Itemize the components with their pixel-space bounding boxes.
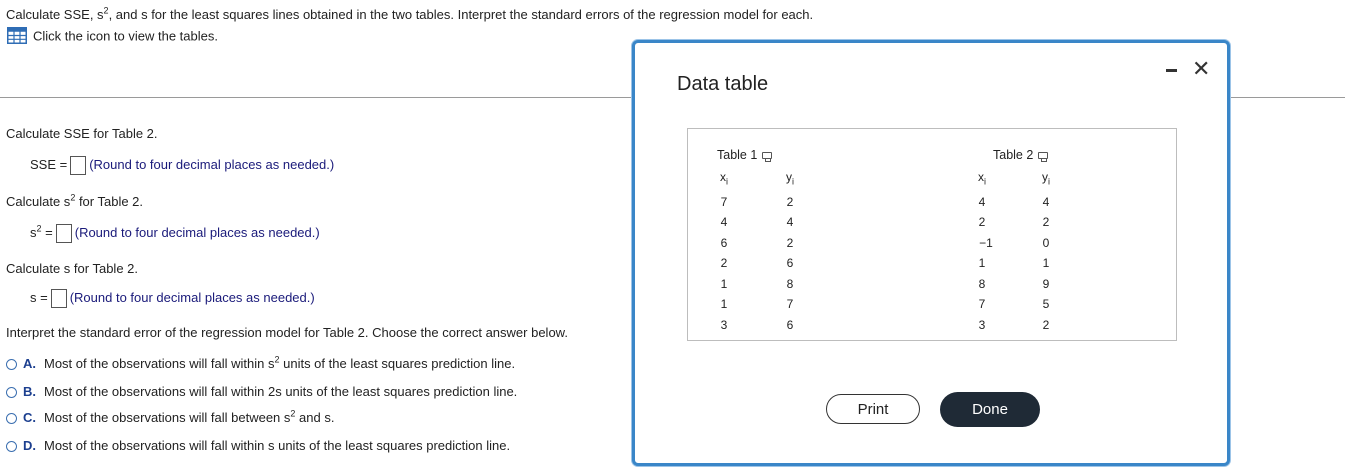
option-text: Most of the observations will fall withi… xyxy=(44,356,275,371)
table1-y-cell: 2 xyxy=(786,236,794,250)
table1-x-cell: 4 xyxy=(720,215,728,229)
table1-y-cell: 4 xyxy=(786,215,794,229)
radio-icon[interactable] xyxy=(6,359,17,371)
prompt-text-b: , and s for the least squares lines obta… xyxy=(108,7,814,22)
table2-y-cell: 1 xyxy=(1042,256,1050,270)
prompt-text-a: Calculate SSE, s xyxy=(6,7,104,22)
interpret-heading: Interpret the standard error of the regr… xyxy=(6,325,568,340)
table2-x-header: xi xyxy=(972,170,992,187)
x-header-sub: i xyxy=(726,176,728,187)
modal-title: Data table xyxy=(677,73,769,95)
table1-y-cell: 8 xyxy=(786,277,794,291)
icon-hint-text: Click the icon to view the tables. xyxy=(33,28,218,44)
s2-heading: Calculate s2 for Table 2. xyxy=(6,193,144,209)
table2-y-cell: 9 xyxy=(1042,277,1050,291)
data-table-panel: Table 1 Table 2 xi yi xi yi 7 2 4 4 6 2 … xyxy=(687,128,1177,341)
table2-x-cell: 8 xyxy=(978,277,986,291)
sse-input[interactable] xyxy=(70,156,87,175)
option-c[interactable]: C. Most of the observations will fall bet… xyxy=(6,409,335,425)
table2-x-cell: 1 xyxy=(978,256,986,270)
option-letter: B. xyxy=(23,384,36,399)
radio-icon[interactable] xyxy=(6,441,17,453)
copy-icon[interactable] xyxy=(762,152,773,163)
s2-answer-row: s2 = (Round to four decimal places as nee… xyxy=(30,224,320,243)
option-text: Most of the observations will fall withi… xyxy=(44,384,518,399)
table2-label: Table 2 xyxy=(993,148,1049,163)
option-text: Most of the observations will fall betwe… xyxy=(44,410,291,425)
table2-y-cell: 0 xyxy=(1042,236,1050,250)
y-header-sub: i xyxy=(792,176,794,187)
question-prompt: Calculate SSE, s2, and s for the least s… xyxy=(6,6,814,22)
table2-x-cell: −1 xyxy=(979,236,993,250)
radio-icon[interactable] xyxy=(6,413,17,425)
sse-heading: Calculate SSE for Table 2. xyxy=(6,126,158,141)
data-table-modal: Data table ✕ Table 1 Table 2 xi yi xi yi… xyxy=(632,40,1230,466)
table1-x-cell: 1 xyxy=(720,297,728,311)
table2-x-cell: 7 xyxy=(978,297,986,311)
table1-x-header: xi xyxy=(714,170,734,187)
table2-y-cell: 4 xyxy=(1042,195,1050,209)
s2-heading-text-b: for Table 2. xyxy=(75,194,144,209)
option-letter: C. xyxy=(23,410,36,425)
option-b[interactable]: B. Most of the observations will fall wit… xyxy=(6,384,517,399)
table1-x-cell: 3 xyxy=(720,318,728,332)
done-button[interactable]: Done xyxy=(940,392,1040,427)
sse-answer-row: SSE = (Round to four decimal places as ne… xyxy=(30,156,334,175)
s-label: s = xyxy=(30,289,48,305)
table1-label: Table 1 xyxy=(717,148,773,163)
copy-icon[interactable] xyxy=(1038,152,1049,163)
table2-x-cell: 2 xyxy=(978,215,986,229)
option-text: Most of the observations will fall withi… xyxy=(44,438,511,453)
table-icon-hint[interactable]: Click the icon to view the tables. xyxy=(7,27,218,47)
s-heading: Calculate s for Table 2. xyxy=(6,261,138,276)
table1-y-cell: 6 xyxy=(786,318,794,332)
radio-icon[interactable] xyxy=(6,387,17,399)
s2-round-note: (Round to four decimal places as needed.… xyxy=(74,224,320,240)
x-header-sub: i xyxy=(984,176,986,187)
option-text-b: units of the least squares prediction li… xyxy=(279,356,516,371)
table1-y-cell: 7 xyxy=(786,297,794,311)
s-answer-row: s = (Round to four decimal places as need… xyxy=(30,289,315,308)
s2-label-eq: = xyxy=(41,224,53,240)
table1-x-cell: 1 xyxy=(720,277,728,291)
s2-heading-text: Calculate s xyxy=(6,194,71,209)
option-text-b: and s. xyxy=(295,410,335,425)
print-button[interactable]: Print xyxy=(826,394,920,424)
sse-round-note: (Round to four decimal places as needed.… xyxy=(89,156,335,172)
sse-label: SSE = xyxy=(30,156,68,172)
table1-x-cell: 6 xyxy=(720,236,728,250)
option-a[interactable]: A. Most of the observations will fall wit… xyxy=(6,355,516,371)
table-icon[interactable] xyxy=(7,27,27,47)
table2-y-cell: 2 xyxy=(1042,318,1050,332)
option-d[interactable]: D. Most of the observations will fall wit… xyxy=(6,438,510,453)
table1-label-text: Table 1 xyxy=(717,148,758,162)
minimize-icon[interactable] xyxy=(1166,69,1177,72)
table1-x-cell: 7 xyxy=(720,195,728,209)
table2-x-cell: 4 xyxy=(978,195,986,209)
s-round-note: (Round to four decimal places as needed.… xyxy=(69,289,315,305)
table1-y-header: yi xyxy=(780,170,800,187)
table2-label-text: Table 2 xyxy=(993,148,1034,162)
table2-x-cell: 3 xyxy=(978,318,986,332)
s2-input[interactable] xyxy=(55,224,72,243)
table1-x-cell: 2 xyxy=(720,256,728,270)
table2-y-header: yi xyxy=(1036,170,1056,187)
table2-y-cell: 5 xyxy=(1042,297,1050,311)
y-header-sub: i xyxy=(1048,176,1050,187)
option-letter: D. xyxy=(23,438,36,453)
table2-y-cell: 2 xyxy=(1042,215,1050,229)
s-input[interactable] xyxy=(50,289,67,308)
close-icon[interactable]: ✕ xyxy=(1192,56,1210,82)
table1-y-cell: 2 xyxy=(786,195,794,209)
table1-y-cell: 6 xyxy=(786,256,794,270)
option-letter: A. xyxy=(23,356,36,371)
